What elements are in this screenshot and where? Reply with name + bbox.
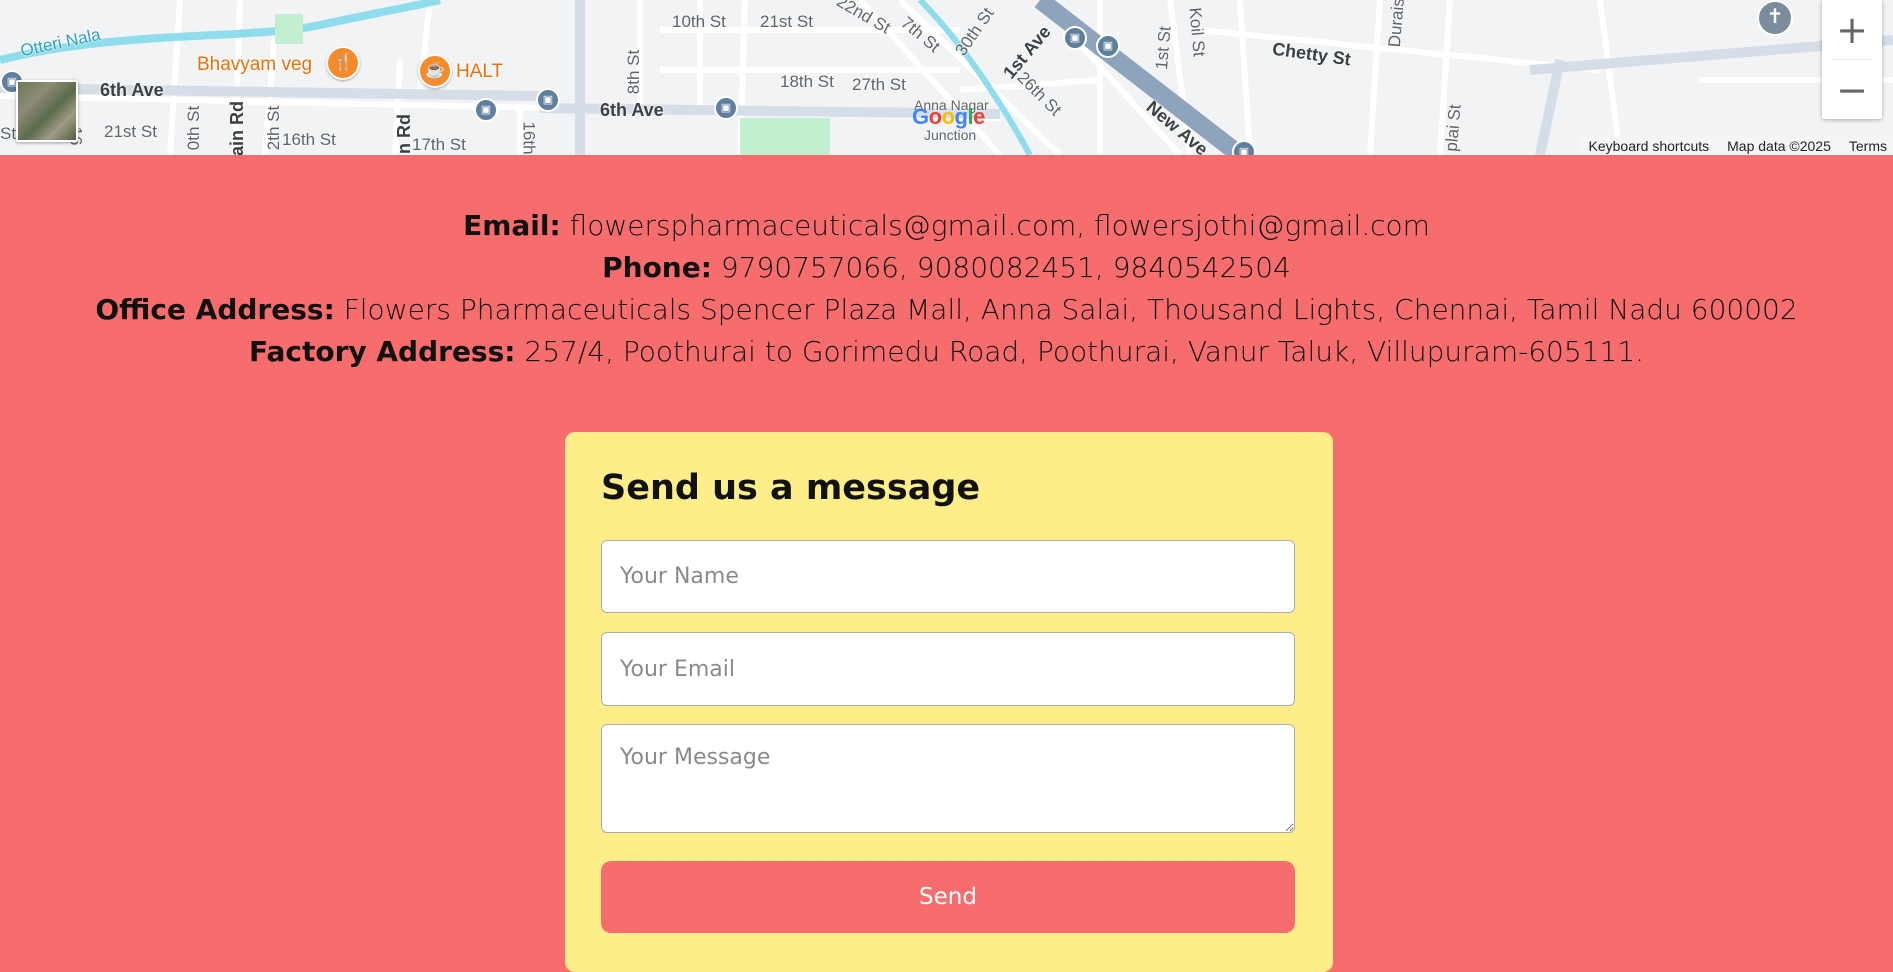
zoom-out-button[interactable]: − [1822,60,1882,119]
street-label: St [0,124,17,143]
street-label: 21st St [760,12,813,31]
contact-info: Email: flowerspharmaceuticals@gmail.com,… [0,205,1893,373]
street-label: 6th Ave [600,100,664,120]
street-label: 10th St [672,12,726,31]
street-label: 8th St [624,49,644,95]
street-label: 17th St [412,135,466,154]
message-textarea[interactable] [601,724,1295,833]
google-logo: Google [912,104,985,129]
email-label: Email: [463,209,561,242]
street-label: 21st St [104,122,157,141]
street-label: ain Rd [227,100,248,155]
map-data-link[interactable]: Map data ©2025 [1727,138,1831,154]
name-input[interactable] [601,540,1295,613]
send-button[interactable]: Send [601,861,1295,933]
street-label: Koil St [1185,6,1209,58]
poi-label[interactable]: HALT [456,61,503,83]
cafe-icon[interactable]: ☕ [418,54,452,88]
street-label: 18th St [780,72,834,91]
factory-address-row: Factory Address: 257/4, Poothurai to Gor… [0,331,1893,373]
factory-address-value: 257/4, Poothurai to Gorimedu Road, Pooth… [524,335,1645,368]
bus-stop-icon[interactable]: ▣ [474,98,498,122]
phone-label: Phone: [602,251,712,284]
email-row: Email: flowerspharmaceuticals@gmail.com,… [0,205,1893,247]
email-input[interactable] [601,632,1295,706]
zoom-control: + − [1822,0,1882,119]
satellite-toggle-button[interactable] [16,80,78,142]
zoom-in-button[interactable]: + [1822,0,1882,59]
form-title: Send us a message [601,468,981,508]
email-value: flowerspharmaceuticals@gmail.com, flower… [569,209,1430,242]
street-label: plai St [1441,103,1465,153]
street-label: 27th St [852,75,906,94]
street-label: 16th [519,121,539,155]
contact-form-card: Send us a message Send [565,432,1333,972]
office-address-label: Office Address: [95,293,335,326]
keyboard-shortcuts-link[interactable]: Keyboard shortcuts [1589,138,1710,154]
bus-stop-icon[interactable]: ▣ [1096,34,1120,58]
office-address-value: Flowers Pharmaceuticals Spencer Plaza Ma… [343,293,1798,326]
phone-value: 9790757066, 9080082451, 9840542504 [720,251,1291,284]
street-label: 0th St [184,105,204,151]
office-address-row: Office Address: Flowers Pharmaceuticals … [0,289,1893,331]
street-label: 6th Ave [100,80,164,100]
terms-link[interactable]: Terms [1849,138,1887,154]
street-label: 1st St [1151,25,1175,71]
map-attribution: Keyboard shortcuts Map data ©2025 Terms [1578,136,1893,155]
factory-address-label: Factory Address: [248,335,516,368]
bus-stop-icon[interactable]: ▣ [1063,26,1087,50]
church-icon[interactable]: ✝ [1757,0,1793,36]
bus-stop-icon[interactable]: ▣ [536,88,560,112]
street-label: 16th St [282,130,336,149]
phone-row: Phone: 9790757066, 9080082451, 984054250… [0,247,1893,289]
bus-stop-icon[interactable]: ▣ [714,96,738,120]
poi-label[interactable]: Bhavyam veg [197,54,312,76]
map[interactable]: 10th St 21st St 22nd St 7th St 30th St 1… [0,0,1893,155]
restaurant-icon[interactable]: 🍴 [326,46,360,80]
